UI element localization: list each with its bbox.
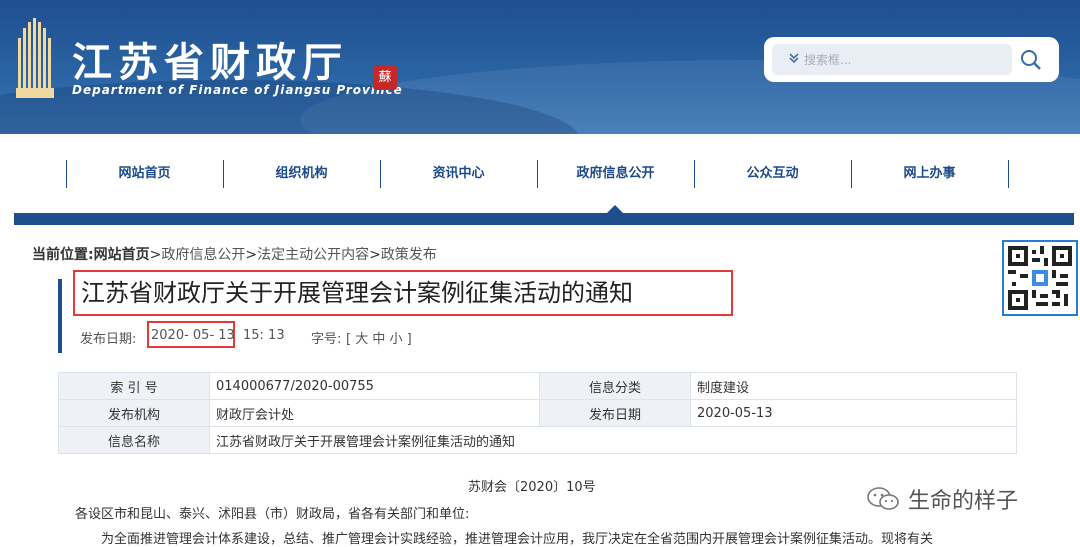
document-number: 苏财会〔2020〕10号 [468, 480, 596, 495]
breadcrumb-prefix: 当前位置: [32, 247, 94, 263]
nav-item-news-center[interactable]: 资讯中心 [380, 160, 537, 188]
main-nav: 网站首页 组织机构 资讯中心 政府信息公开 公众互动 网上办事 [0, 134, 1080, 214]
nav-separator [1008, 160, 1009, 188]
breadcrumb: 当前位置:网站首页>政府信息公开>法定主动公开内容>政策发布 [32, 244, 437, 264]
search-input[interactable] [804, 48, 1004, 71]
qr-code [1002, 240, 1078, 316]
breadcrumb-sep: > [149, 247, 162, 263]
building-logo-icon [16, 18, 54, 98]
nav-item-organization[interactable]: 组织机构 [223, 160, 380, 188]
nav-item-online-services[interactable]: 网上办事 [851, 160, 1008, 188]
title-accent-bar [58, 279, 62, 353]
header-banner: 江苏省财政厅 Department of Finance of Jiangsu … [0, 0, 1080, 134]
search-field-wrap [772, 44, 1012, 75]
search-button[interactable] [1016, 45, 1048, 75]
site-subtitle: Department of Finance of Jiangsu Provinc… [72, 83, 403, 97]
table-value: 制度建设 [690, 372, 1017, 400]
wechat-icon [867, 487, 899, 510]
table-key: 发布机构 [58, 399, 210, 427]
search-box [764, 37, 1059, 82]
nav-item-home[interactable]: 网站首页 [66, 160, 223, 188]
table-value: 2020-05-13 [690, 399, 1017, 427]
search-icon [1021, 50, 1041, 70]
table-key: 信息分类 [539, 372, 691, 400]
body-paragraph: 各设区市和昆山、泰兴、沭阳县（市）财政局，省各有关部门和单位: [75, 507, 470, 522]
table-value: 014000677/2020-00755 [209, 372, 540, 400]
table-value: 财政厅会计处 [209, 399, 540, 427]
date-label: 发布日期: [80, 332, 137, 347]
info-table: 索 引 号 014000677/2020-00755 信息分类 制度建设 发布机… [58, 372, 1017, 454]
table-key: 索 引 号 [58, 372, 210, 400]
breadcrumb-sep: > [369, 247, 381, 263]
nav-item-gov-info-disclosure[interactable]: 政府信息公开 [537, 160, 694, 188]
body-paragraph: 为全面推进管理会计体系建设，总结、推广管理会计实践经验，推进管理会计应用，我厅决… [101, 532, 934, 547]
chevron-double-down-icon[interactable] [788, 52, 800, 67]
breadcrumb-home[interactable]: 网站首页 [94, 247, 150, 263]
watermark-text: 生命的样子 [908, 489, 1019, 514]
table-key: 发布日期 [539, 399, 691, 427]
breadcrumb-item[interactable]: 法定主动公开内容 [257, 247, 369, 263]
font-size-label: 字号: [311, 332, 342, 347]
publish-date: 2020- 05- 13 [151, 328, 235, 343]
nav-item-public-interaction[interactable]: 公众互动 [694, 160, 851, 188]
table-key: 信息名称 [58, 426, 210, 454]
article-title: 江苏省财政厅关于开展管理会计案例征集活动的通知 [73, 270, 733, 316]
table-row: 信息名称 江苏省财政厅关于开展管理会计案例征集活动的通知 [58, 426, 1017, 454]
table-row: 发布机构 财政厅会计处 发布日期 2020-05-13 [58, 399, 1017, 427]
font-size-options[interactable]: [ 大 中 小 ] [346, 328, 412, 347]
breadcrumb-item[interactable]: 政府信息公开 [161, 247, 245, 263]
breadcrumb-sep: > [245, 247, 258, 263]
breadcrumb-item[interactable]: 政策发布 [381, 247, 437, 263]
qr-code-icon [1008, 246, 1072, 310]
nav-bottom-bar [14, 213, 1074, 225]
table-value: 江苏省财政厅关于开展管理会计案例征集活动的通知 [209, 426, 1017, 454]
publish-time: 15: 13 [243, 328, 285, 343]
table-row: 索 引 号 014000677/2020-00755 信息分类 制度建设 [58, 372, 1017, 400]
seal-stamp: 蘇 [373, 66, 397, 90]
site-title: 江苏省财政厅 [72, 39, 348, 86]
